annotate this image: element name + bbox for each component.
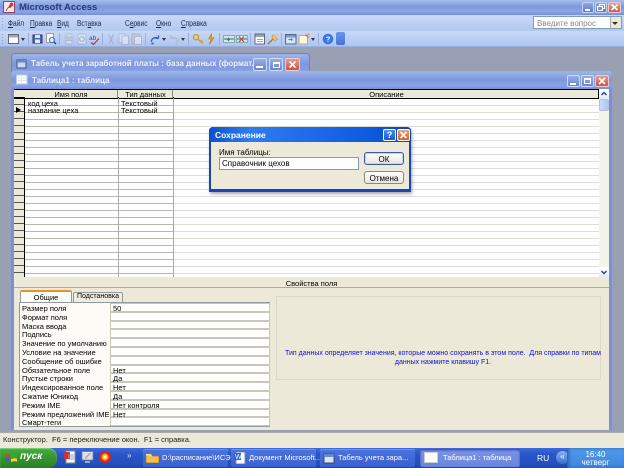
svg-text:W: W — [235, 454, 242, 461]
svg-text:?: ? — [326, 35, 331, 44]
svg-text:ab: ab — [89, 35, 97, 42]
